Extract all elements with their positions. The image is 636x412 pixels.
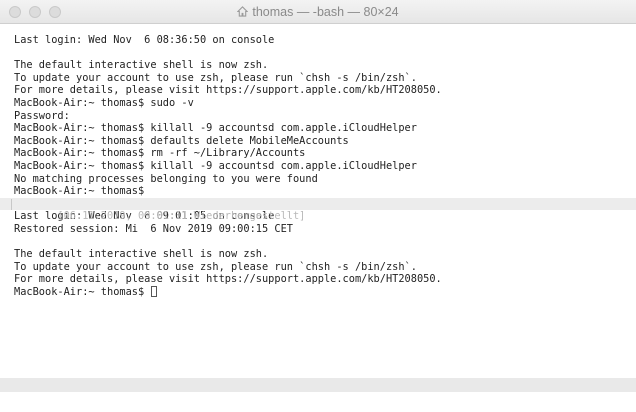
- terminal-line: For more details, please visit https://s…: [14, 273, 442, 286]
- terminal-window: thomas — -bash — 80×24 Last login: Wed N…: [0, 0, 636, 412]
- home-icon: [237, 6, 249, 17]
- bottom-highlight-band: [0, 378, 636, 392]
- marker-bar: [11, 198, 12, 210]
- shell-prompt: MacBook-Air:~ thomas$: [14, 285, 151, 298]
- title-bar[interactable]: thomas — -bash — 80×24: [0, 0, 636, 24]
- terminal-line: No matching processes belonging to you w…: [14, 172, 318, 185]
- terminal-line: To update your account to use zsh, pleas…: [14, 260, 417, 273]
- terminal-line: Last login: Wed Nov 6 08:36:50 on consol…: [14, 34, 275, 46]
- terminal-line: MacBook-Air:~ thomas$ sudo -v: [14, 96, 194, 109]
- window-title: thomas — -bash — 80×24: [0, 0, 636, 24]
- terminal-line: MacBook-Air:~ thomas$ killall -9 account…: [14, 159, 417, 172]
- terminal-line: The default interactive shell is now zsh…: [14, 248, 269, 261]
- terminal-line: Restored session: Mi 6 Nov 2019 09:00:15…: [14, 222, 293, 235]
- terminal-line: The default interactive shell is now zsh…: [14, 59, 269, 72]
- terminal-line: MacBook-Air:~ thomas$ killall -9 account…: [14, 122, 417, 135]
- terminal-line: Password:: [14, 109, 70, 122]
- terminal-output[interactable]: Last login: Wed Nov 6 08:36:50 on consol…: [0, 24, 636, 412]
- terminal-line: MacBook-Air:~ thomas$ rm -rf ~/Library/A…: [14, 147, 306, 160]
- restored-marker-text: [06.11.2019, 09:01:11 Wiederhergestellt]: [51, 210, 306, 223]
- restored-session-marker: [06.11.2019, 09:01:11 Wiederhergestellt]: [0, 197, 636, 222]
- terminal-line: To update your account to use zsh, pleas…: [14, 71, 417, 84]
- window-title-text: thomas — -bash — 80×24: [252, 5, 399, 19]
- prompt-line[interactable]: MacBook-Air:~ thomas$: [14, 285, 636, 299]
- text-cursor: [151, 285, 158, 297]
- terminal-line: For more details, please visit https://s…: [14, 84, 442, 97]
- terminal-line: MacBook-Air:~ thomas$ defaults delete Mo…: [14, 134, 349, 147]
- terminal-line: MacBook-Air:~ thomas$: [14, 185, 145, 198]
